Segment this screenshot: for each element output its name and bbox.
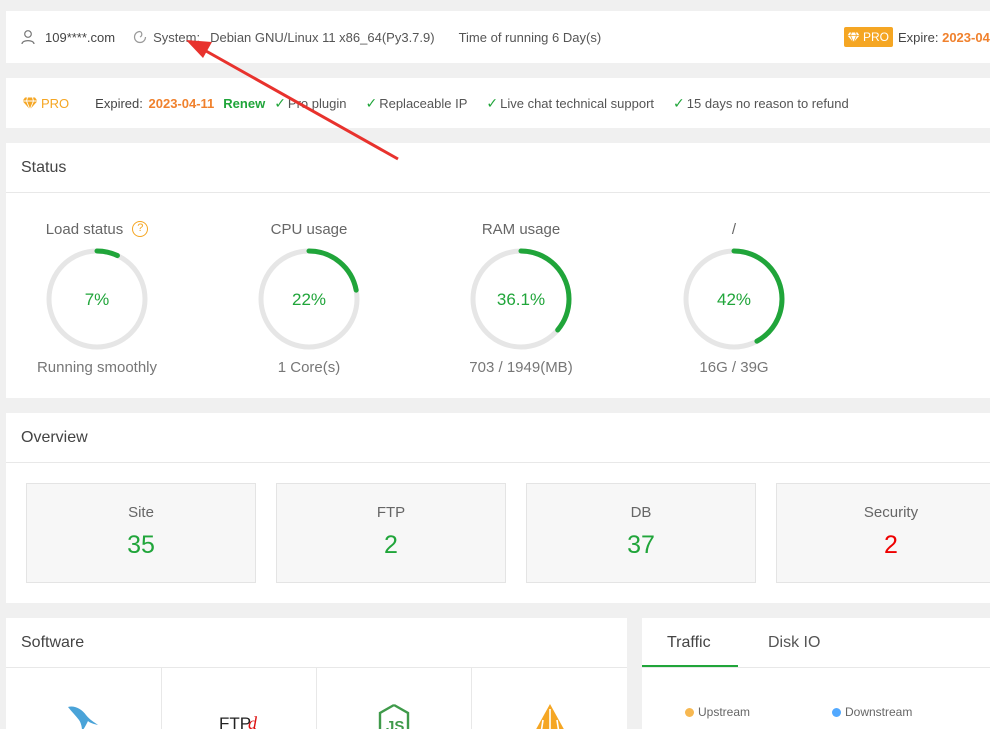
system-label: System: <box>153 29 201 45</box>
gauge-ring: 42% <box>683 248 785 350</box>
uptime-text: Time of running 6 Day(s) <box>458 29 602 45</box>
gauge-subtitle: 703 / 1949(MB) <box>469 359 573 376</box>
legend-downstream[interactable]: Downstream <box>832 705 912 719</box>
gauge-title: / <box>731 220 737 238</box>
gauge-value: 7% <box>85 290 110 309</box>
legend-dot-icon <box>685 707 694 717</box>
expire-date: 2023-04 <box>942 30 990 45</box>
hostname: 109****.com <box>45 29 116 45</box>
expire-label: Expire: <box>898 30 939 45</box>
gauge-ring: 7% <box>46 248 148 350</box>
svg-text:JS: JS <box>386 718 404 729</box>
gauge-value: 42% <box>717 290 751 309</box>
legend-upstream[interactable]: Upstream <box>685 705 750 719</box>
user-icon <box>21 30 35 45</box>
divider <box>6 192 990 193</box>
gauge-value: 36.1% <box>497 290 545 309</box>
overview-label: DB <box>630 504 652 521</box>
gauge-subtitle: Running smoothly <box>36 359 158 376</box>
overview-ftp-box[interactable]: FTP 2 <box>276 483 506 583</box>
help-icon[interactable]: ? <box>132 221 149 237</box>
gauge-title-text: Load status <box>45 220 124 238</box>
feature-label: Replaceable IP <box>379 95 468 111</box>
divider <box>642 667 990 668</box>
renew-link[interactable]: Renew <box>223 96 265 111</box>
divider <box>6 462 990 463</box>
overview-security-box[interactable]: Security 2 <box>776 483 990 583</box>
tab-traffic[interactable]: Traffic <box>667 634 711 652</box>
legend-label: Downstream <box>845 705 913 719</box>
pro-badge[interactable]: PRO <box>844 27 894 47</box>
overview-db-box[interactable]: DB 37 <box>526 483 756 583</box>
gauge-title: Load status? <box>22 219 172 239</box>
system-value: Debian GNU/Linux 11 x86_64(Py3.7.9) <box>210 29 435 45</box>
system-icon <box>134 30 147 44</box>
feature-label: Live chat technical support <box>500 95 655 111</box>
overview-value[interactable]: 2 <box>277 531 505 560</box>
tab-disk-io[interactable]: Disk IO <box>768 634 820 652</box>
feature-refund: ✓ 15 days no reason to refund <box>673 95 849 112</box>
overview-panel: Overview Site 35 FTP 2 DB 37 Security 2 <box>6 413 990 603</box>
gauge-subtitle: 16G / 39G <box>699 359 769 376</box>
gauge-ring: 22% <box>258 248 360 350</box>
diamond-icon <box>22 96 38 110</box>
nodejs-icon: JS <box>378 703 410 729</box>
svg-text:FTP: FTP <box>219 714 251 729</box>
diamond-icon <box>847 31 860 43</box>
gauge-load-status[interactable]: Load status? 7% Running smoothly <box>22 219 172 377</box>
expired-info: Expired: 2023-04-11 <box>95 96 214 111</box>
feature-label: Pro plugin <box>287 95 347 111</box>
gauge-cpu-usage[interactable]: CPU usage 22% 1 Core(s) <box>234 219 384 376</box>
status-panel: Status Load status? 7% Running smoothly … <box>6 143 990 398</box>
svg-text:d: d <box>248 713 258 729</box>
gauge-ring: 36.1% <box>470 248 572 350</box>
overview-label: Security <box>863 504 919 521</box>
feature-live-chat: ✓ Live chat technical support <box>486 95 654 112</box>
check-icon: ✓ <box>274 94 286 111</box>
overview-site-box[interactable]: Site 35 <box>26 483 256 583</box>
overview-label: Site <box>128 504 154 521</box>
overview-value[interactable]: 37 <box>527 531 755 560</box>
overview-value[interactable]: 2 <box>777 531 990 560</box>
gauge-disk-root[interactable]: / 42% 16G / 39G <box>659 219 809 376</box>
check-icon: ✓ <box>365 94 378 111</box>
overview-label: FTP <box>376 504 406 521</box>
overview-title: Overview <box>21 429 88 446</box>
feature-label: 15 days no reason to refund <box>686 95 849 111</box>
top-info-bar: 109****.com System: Debian GNU/Linux 11 … <box>6 11 990 63</box>
expire-info: Expire: 2023-04 <box>898 30 990 45</box>
check-icon: ✓ <box>486 94 499 111</box>
gauge-ram-usage[interactable]: RAM usage 36.1% 703 / 1949(MB) <box>446 219 596 377</box>
pro-label: PRO <box>41 95 70 111</box>
feature-replaceable-ip: ✓ Replaceable IP <box>365 95 467 112</box>
feature-pro-plugin: ✓ Pro plugin <box>274 95 346 112</box>
pro-badge-label: PRO <box>863 30 890 44</box>
legend-dot-icon <box>832 707 841 717</box>
mysql-dolphin-icon <box>68 706 98 729</box>
pro-info-bar: PRO Expired: 2023-04-11 Renew ✓ Pro plugi… <box>6 78 990 128</box>
software-title: Software <box>21 634 85 651</box>
software-panel: Software FTP d JS <box>6 618 627 729</box>
legend-label: Upstream <box>698 705 751 719</box>
gauge-value: 22% <box>292 290 326 309</box>
ftp-logo-icon: FTP d <box>219 713 258 729</box>
overview-value[interactable]: 35 <box>27 531 255 560</box>
traffic-panel: Traffic Disk IO Upstream Downstream <box>642 618 990 729</box>
gauge-title: RAM usage <box>481 220 561 238</box>
status-title: Status <box>21 159 67 176</box>
expired-date: 2023-04-11 <box>148 95 215 111</box>
gauge-title: CPU usage <box>270 220 348 238</box>
pro-mark: PRO <box>22 96 69 111</box>
gauge-subtitle: 1 Core(s) <box>277 359 341 376</box>
apache-tomcat-icon <box>536 704 564 729</box>
check-icon: ✓ <box>673 94 685 111</box>
expired-label: Expired: <box>95 95 143 111</box>
